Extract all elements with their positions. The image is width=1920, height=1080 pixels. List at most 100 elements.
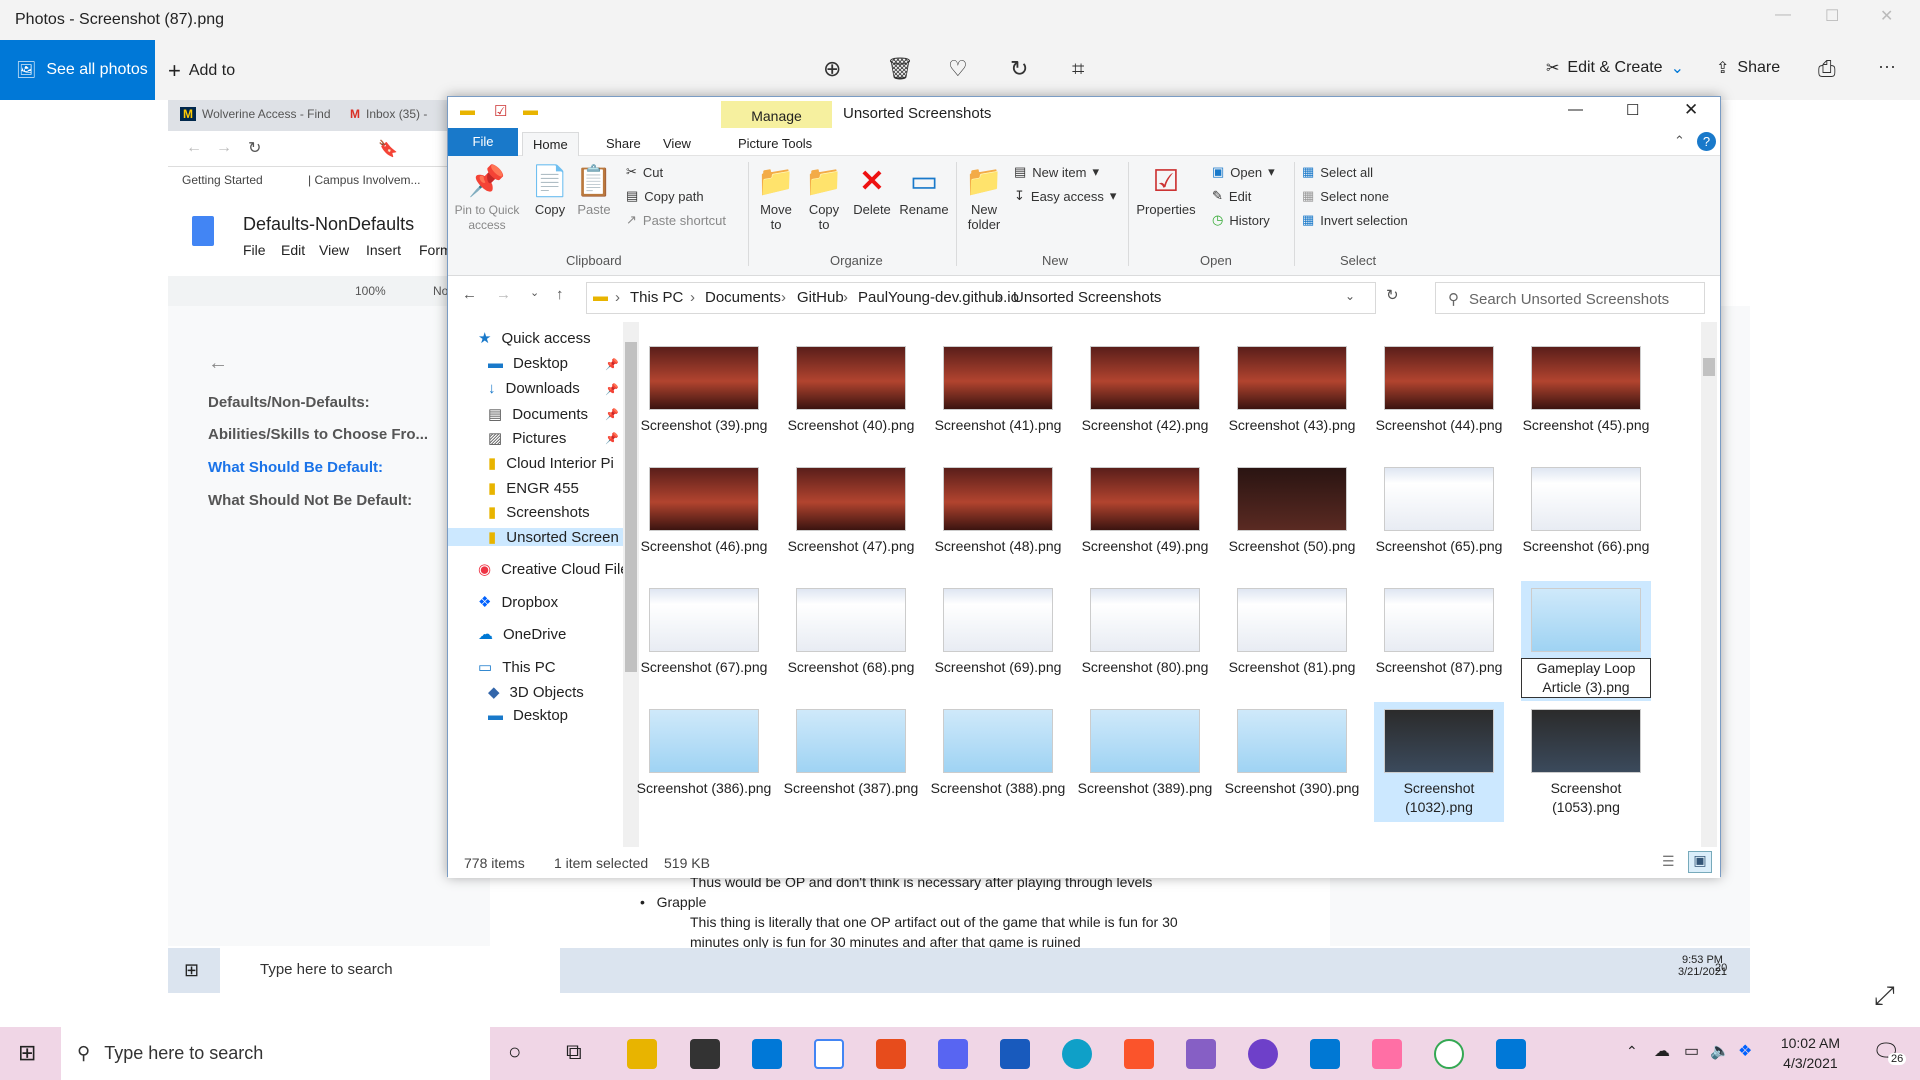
tab-picture-tools[interactable]: Picture Tools [728, 132, 822, 155]
file-thumbnail[interactable] [1531, 467, 1641, 531]
paste-button[interactable]: 📋 Paste [574, 162, 614, 217]
invert-selection-button[interactable]: ▦ Invert selection [1302, 212, 1408, 228]
file-thumbnail[interactable] [1090, 709, 1200, 773]
inner-search-box[interactable]: Type here to search [220, 948, 560, 993]
battery-icon[interactable]: ▭ [1684, 1041, 1699, 1061]
crumb-repo[interactable]: PaulYoung-dev.github.io [858, 289, 1019, 306]
github-app-icon[interactable] [1248, 1039, 1278, 1069]
tab-share[interactable]: Share [596, 132, 651, 155]
clock[interactable]: 10:02 AM 4/3/2021 [1781, 1035, 1840, 1071]
file-thumbnail[interactable] [1384, 467, 1494, 531]
brave-app-icon[interactable] [1124, 1039, 1154, 1069]
nav-item[interactable]: ★ Quick access [478, 329, 623, 348]
file-thumbnail[interactable] [1090, 467, 1200, 531]
more-icon[interactable]: ··· [1878, 56, 1896, 77]
file-name[interactable]: Screenshot (40).png [781, 416, 921, 435]
discord-app-icon[interactable] [938, 1039, 968, 1069]
inner-notif-count[interactable]: 20 [1715, 962, 1727, 974]
file-name[interactable]: Screenshot (1032).png [1369, 779, 1509, 817]
file-name[interactable]: Screenshot (80).png [1075, 658, 1215, 677]
file-name[interactable]: Screenshot (388).png [928, 779, 1068, 798]
task-view-icon[interactable]: ⧉ [566, 1039, 582, 1065]
file-explorer-app-icon[interactable] [627, 1039, 657, 1069]
open-button[interactable]: ▣ Open ▾ [1212, 164, 1275, 180]
file-thumbnail[interactable] [796, 709, 906, 773]
browser-tab[interactable]: M Wolverine Access - Find [180, 107, 331, 121]
maximize-icon[interactable]: ☐ [1825, 6, 1839, 26]
outline-item[interactable]: What Should Not Be Default: [208, 492, 412, 509]
close-icon[interactable]: ✕ [1880, 6, 1893, 26]
bookmark-item[interactable]: Getting Started [182, 173, 263, 187]
file-thumbnail[interactable] [1237, 467, 1347, 531]
new-item-button[interactable]: ▤ New item ▾ [1014, 164, 1099, 180]
bookmark-icon[interactable]: 🔖 [378, 139, 398, 159]
manage-tab-header[interactable]: Manage [721, 101, 832, 131]
move-to-button[interactable]: 📁 Move to [754, 162, 798, 232]
crumb-this-pc[interactable]: This PC [630, 289, 683, 306]
delete-icon[interactable]: 🗑 [886, 56, 914, 82]
nav-item[interactable]: ▮ Unsorted Screen [448, 528, 623, 546]
heart-icon[interactable]: ♡ [948, 56, 968, 82]
delete-button[interactable]: ✕ Delete [850, 162, 894, 217]
back-arrow-icon[interactable]: ← [208, 352, 228, 375]
file-thumbnail[interactable] [1531, 709, 1641, 773]
file-name[interactable]: Screenshot (42).png [1075, 416, 1215, 435]
tab-file[interactable]: File [448, 128, 518, 156]
rename-button[interactable]: ▭ Rename [898, 162, 950, 217]
office-app-icon[interactable] [876, 1039, 906, 1069]
file-name[interactable]: Screenshot (45).png [1516, 416, 1656, 435]
see-all-photos-button[interactable]: 🖼 See all photos [0, 40, 155, 100]
file-name[interactable]: Screenshot (69).png [928, 658, 1068, 677]
file-name[interactable]: Screenshot (48).png [928, 537, 1068, 556]
file-name[interactable]: Screenshot (41).png [928, 416, 1068, 435]
file-thumbnail[interactable] [796, 467, 906, 531]
browser-tab[interactable]: M Inbox (35) - [350, 107, 427, 121]
up-icon[interactable]: ↑ [556, 286, 564, 303]
nav-item[interactable]: ↓ Downloads [488, 380, 623, 397]
file-name[interactable]: Screenshot (43).png [1222, 416, 1362, 435]
tab-view[interactable]: View [653, 132, 701, 155]
nav-item[interactable]: ❖ Dropbox [478, 593, 623, 612]
grid-scrollbar[interactable] [1701, 322, 1717, 847]
file-thumbnail[interactable] [1090, 588, 1200, 652]
docs-menu-view[interactable]: View [319, 242, 349, 258]
file-name[interactable]: Screenshot (46).png [634, 537, 774, 556]
word-app-icon[interactable] [1000, 1039, 1030, 1069]
recent-locations-icon[interactable]: ⌄ [530, 286, 539, 299]
details-view-icon[interactable]: ☰ [1662, 853, 1675, 870]
file-thumbnail[interactable] [1237, 346, 1347, 410]
pin-icon[interactable]: 📌 [605, 432, 619, 445]
file-thumbnail[interactable] [943, 588, 1053, 652]
bookmark-item[interactable]: | Campus Involvem... [308, 173, 421, 187]
file-thumbnail[interactable] [1090, 346, 1200, 410]
reload-icon[interactable]: ↻ [248, 138, 261, 158]
edit-create-button[interactable]: ✂ Edit & Create ⌄ [1546, 58, 1684, 78]
nav-item[interactable]: ▨ Pictures [488, 429, 623, 448]
rotate-icon[interactable]: ↻ [1010, 56, 1028, 82]
tray-chevron-icon[interactable]: ⌃ [1626, 1043, 1638, 1060]
history-button[interactable]: ◷ History [1212, 212, 1270, 228]
file-thumbnail[interactable] [796, 588, 906, 652]
fullscreen-icon[interactable]: ⤢ [1874, 980, 1895, 1012]
pin-icon[interactable]: 📌 [605, 408, 619, 421]
file-thumbnail[interactable] [1237, 709, 1347, 773]
vscode-app-icon[interactable] [1310, 1039, 1340, 1069]
search-input[interactable]: ⚲ Search Unsorted Screenshots [1435, 282, 1705, 314]
select-all-button[interactable]: ▦ Select all [1302, 164, 1373, 180]
file-name[interactable]: Screenshot (66).png [1516, 537, 1656, 556]
paste-shortcut-button[interactable]: ↗ Paste shortcut [626, 212, 726, 228]
file-thumbnail[interactable] [796, 346, 906, 410]
taskbar-search-box[interactable]: ⚲ Type here to search [61, 1027, 490, 1080]
file-thumbnail[interactable] [1531, 346, 1641, 410]
new-folder-button[interactable]: 📁 New folder [962, 162, 1006, 232]
visual-studio-app-icon[interactable] [1186, 1039, 1216, 1069]
file-thumbnail[interactable] [1531, 588, 1641, 652]
large-icons-view-icon[interactable]: ▣ [1688, 851, 1712, 873]
doc-title[interactable]: Defaults-NonDefaults [243, 214, 414, 235]
add-to-button[interactable]: + Add to [168, 58, 235, 84]
help-icon[interactable]: ? [1697, 132, 1716, 151]
file-thumbnail[interactable] [1384, 588, 1494, 652]
docs-menu-file[interactable]: File [243, 242, 266, 258]
zoom-icon[interactable]: ⊕ [823, 56, 841, 82]
file-name[interactable]: Screenshot (44).png [1369, 416, 1509, 435]
